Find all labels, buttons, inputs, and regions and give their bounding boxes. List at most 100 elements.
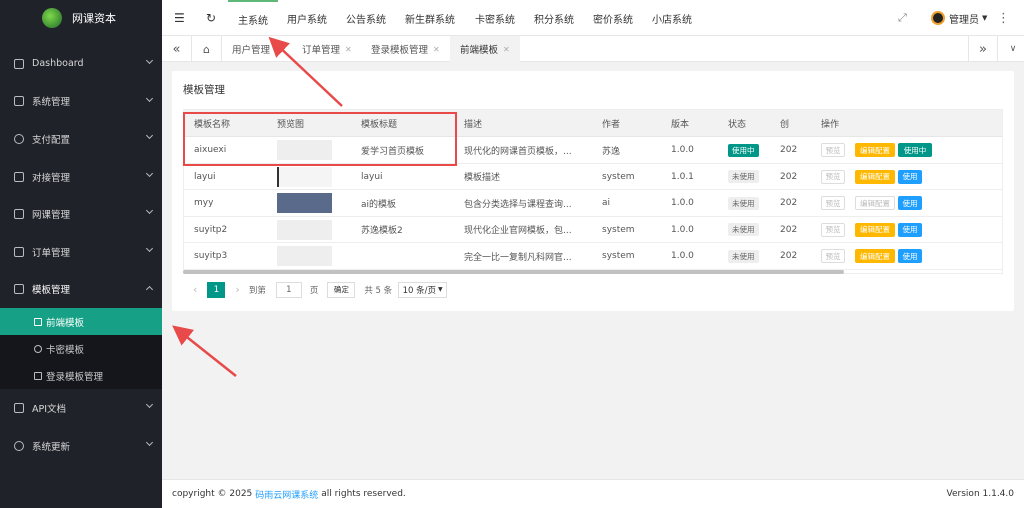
use-button[interactable]: 使用 bbox=[898, 222, 922, 237]
edit-config-button[interactable]: 编辑配置 bbox=[855, 169, 895, 184]
status-cell: 使用中 bbox=[718, 137, 759, 164]
menu-toggle-icon[interactable]: ☰ bbox=[174, 0, 185, 36]
sidebar-item-payment[interactable]: 支付配置 bbox=[0, 120, 162, 158]
close-icon[interactable]: ✕ bbox=[433, 45, 440, 54]
tab-scroll-right-icon[interactable]: » bbox=[968, 36, 998, 62]
sidebar-item-api-docs[interactable]: API文档 bbox=[0, 389, 162, 427]
tab-login-template[interactable]: 登录模板管理 ✕ bbox=[361, 36, 450, 62]
footer-link[interactable]: 码雨云网课系统 bbox=[255, 488, 318, 501]
goto-label: 到第 bbox=[248, 285, 266, 296]
in-use-button[interactable]: 使用中 bbox=[898, 143, 932, 157]
sidebar-item-docking[interactable]: 对接管理 bbox=[0, 158, 162, 196]
chevron-down-icon bbox=[145, 169, 154, 177]
sidebar-item-templates[interactable]: 模板管理 bbox=[0, 271, 162, 309]
template-version: 1.0.0 bbox=[671, 251, 694, 262]
preview-button[interactable]: 预览 bbox=[821, 222, 845, 237]
next-page-icon[interactable]: › bbox=[235, 283, 239, 296]
sidebar-submenu: 前端模板 卡密模板 登录模板管理 bbox=[0, 308, 162, 390]
table-row: myy ai的模板 包含分类选择与课程查询... ai 1.0.0 未使用 202 预览 编辑配… bbox=[184, 190, 1002, 217]
brand[interactable]: 网课资本 bbox=[0, 0, 162, 36]
template-created: 202 bbox=[780, 198, 798, 209]
tab-user-management[interactable]: 用户管理 bbox=[222, 36, 280, 62]
table-row: suyitp2 苏逸模板2 现代化企业官网模板，包... system 1.0.0 未使用… bbox=[184, 217, 1002, 243]
copyright-suffix: all rights reserved. bbox=[321, 489, 406, 499]
confirm-button[interactable]: 确定 bbox=[327, 281, 356, 298]
close-icon[interactable]: ✕ bbox=[345, 45, 352, 54]
nav-price-system[interactable]: 密价系统 bbox=[593, 0, 633, 36]
chevron-down-icon[interactable]: ∨ bbox=[998, 36, 1024, 62]
template-created: 202 bbox=[780, 251, 798, 262]
edit-config-button[interactable]: 编辑配置 bbox=[855, 143, 895, 157]
per-page-select[interactable]: 10 条/页 ▼ bbox=[398, 281, 448, 298]
app-root: 网课资本 Dashboard 系统管理 支付配置 对接管理 网课管理 订单管理 … bbox=[0, 0, 1024, 508]
close-icon[interactable]: ✕ bbox=[503, 45, 510, 54]
tab-order-management[interactable]: 订单管理 ✕ bbox=[292, 36, 362, 62]
edit-config-button[interactable]: 编辑配置 bbox=[855, 196, 895, 210]
nav-shop-system[interactable]: 小店系统 bbox=[652, 0, 692, 36]
template-created: 202 bbox=[780, 224, 798, 235]
use-button[interactable]: 使用 bbox=[898, 249, 922, 263]
template-author: system bbox=[602, 171, 635, 182]
sidebar-item-system[interactable]: 系统管理 bbox=[0, 83, 162, 121]
template-desc: 现代化的网课首页模板，... bbox=[464, 146, 572, 157]
sidebar-subitem-card-template[interactable]: 卡密模板 bbox=[0, 335, 162, 362]
sidebar-item-label: 对接管理 bbox=[32, 172, 71, 184]
sidebar-subitem-frontend-template[interactable]: 前端模板 bbox=[0, 308, 162, 336]
sidebar-item-update[interactable]: 系统更新 bbox=[0, 427, 162, 465]
col-header: 操作 bbox=[821, 119, 840, 130]
tab-label: 登录模板管理 bbox=[371, 45, 429, 56]
use-button[interactable]: 使用 bbox=[898, 196, 922, 210]
sidebar-menu: Dashboard 系统管理 支付配置 对接管理 网课管理 订单管理 模板管理 … bbox=[0, 45, 162, 464]
prev-page-icon[interactable]: ‹ bbox=[193, 283, 197, 296]
chevron-up-icon bbox=[145, 285, 154, 293]
status-cell: 未使用 bbox=[718, 243, 759, 270]
preview-thumbnail[interactable] bbox=[277, 166, 332, 187]
user-menu[interactable]: 管理员 ▼ bbox=[931, 0, 987, 36]
preview-thumbnail[interactable] bbox=[277, 219, 332, 240]
template-author: system bbox=[602, 224, 635, 235]
preview-button[interactable]: 预览 bbox=[821, 249, 845, 263]
preview-button[interactable]: 预览 bbox=[821, 143, 845, 157]
sidebar-item-courses[interactable]: 网课管理 bbox=[0, 195, 162, 233]
tab-label: 用户管理 bbox=[232, 45, 271, 56]
use-button[interactable]: 使用 bbox=[898, 169, 922, 184]
doc-icon bbox=[14, 402, 24, 413]
nav-newcomer-system[interactable]: 新生群系统 bbox=[405, 0, 455, 36]
horizontal-scrollbar[interactable] bbox=[183, 270, 844, 274]
edit-config-button[interactable]: 编辑配置 bbox=[855, 249, 895, 263]
chevron-down-icon bbox=[145, 244, 154, 253]
sidebar-item-label: 系统管理 bbox=[32, 97, 71, 109]
pagination: ‹ 1 › 到第 1 页 确定 共 5 条 10 条/页 ▼ bbox=[183, 277, 1003, 302]
refresh-icon bbox=[14, 440, 24, 451]
template-desc: 完全一比一复制凡科网官... bbox=[464, 252, 572, 263]
sidebar-item-orders[interactable]: 订单管理 bbox=[0, 233, 162, 271]
preview-thumbnail[interactable] bbox=[277, 246, 332, 266]
col-header: 作者 bbox=[602, 119, 621, 130]
nav-user-system[interactable]: 用户系统 bbox=[287, 0, 327, 36]
preview-button[interactable]: 预览 bbox=[821, 169, 845, 184]
more-icon[interactable]: ⋮ bbox=[997, 0, 1010, 36]
nav-card-system[interactable]: 卡密系统 bbox=[475, 0, 515, 36]
edit-config-button[interactable]: 编辑配置 bbox=[855, 222, 895, 237]
chevron-down-icon: ▼ bbox=[438, 286, 443, 293]
fullscreen-icon[interactable]: ⤢ bbox=[898, 0, 907, 36]
user-name: 管理员 bbox=[949, 14, 979, 26]
sidebar-subitem-login-template[interactable]: 登录模板管理 bbox=[0, 362, 162, 389]
nav-main-system[interactable]: 主系统 bbox=[228, 0, 278, 36]
page-current[interactable]: 1 bbox=[207, 281, 226, 298]
brand-name: 网课资本 bbox=[72, 12, 116, 25]
page-input[interactable]: 1 bbox=[275, 281, 302, 298]
tab-frontend-template[interactable]: 前端模板 ✕ bbox=[450, 36, 520, 62]
sidebar-item-label: 模板管理 bbox=[32, 285, 71, 297]
nav-notice-system[interactable]: 公告系统 bbox=[346, 0, 386, 36]
template-icon bbox=[14, 284, 24, 295]
version-text: Version 1.1.4.0 bbox=[946, 489, 1014, 499]
sidebar-item-dashboard[interactable]: Dashboard bbox=[0, 45, 162, 83]
refresh-icon[interactable]: ↻ bbox=[206, 0, 216, 36]
nav-points-system[interactable]: 积分系统 bbox=[534, 0, 574, 36]
tab-scroll-left-icon[interactable]: « bbox=[162, 36, 192, 62]
link-icon bbox=[14, 171, 24, 182]
preview-button[interactable]: 预览 bbox=[821, 196, 845, 210]
home-icon[interactable]: ⌂ bbox=[192, 36, 222, 62]
preview-thumbnail[interactable] bbox=[277, 193, 332, 213]
